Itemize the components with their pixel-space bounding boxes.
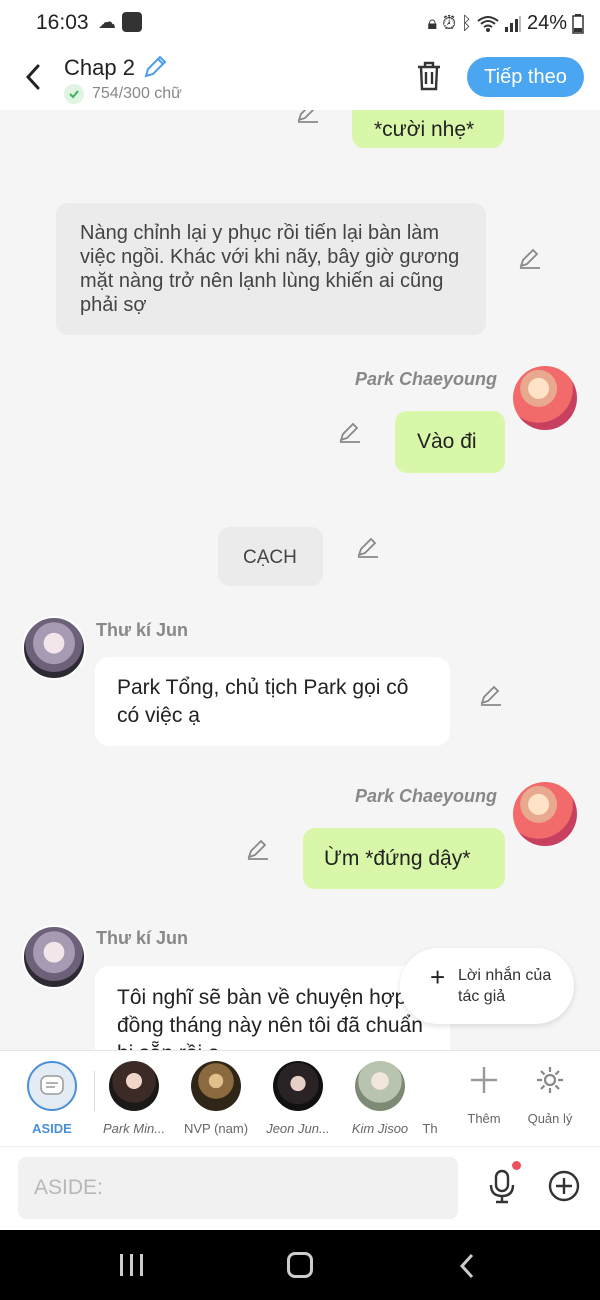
recent-apps-button[interactable] <box>120 1254 143 1276</box>
next-button[interactable]: Tiếp theo <box>467 57 584 97</box>
input-bar <box>0 1146 600 1230</box>
avatar[interactable] <box>22 616 86 680</box>
weather-icon: ☁ <box>98 12 116 32</box>
message-bubble-right[interactable]: Vào đi <box>395 411 505 473</box>
status-left-icons: ☁ <box>98 12 142 33</box>
speaker-name: Park Chaeyoung <box>355 786 498 806</box>
plus-icon: + <box>430 962 446 992</box>
edit-icon[interactable] <box>479 683 503 707</box>
add-label: Thêm <box>467 1111 501 1126</box>
nav-back-icon[interactable] <box>457 1252 477 1280</box>
character-label: Jeon Jun... <box>266 1121 330 1136</box>
narration-text: Nàng chỉnh lại y phục rồi tiến lại bàn l… <box>80 222 460 316</box>
character-label: ASIDE <box>32 1121 72 1136</box>
edit-icon[interactable] <box>338 420 362 444</box>
speaker-name: Thư kí Jun <box>96 620 189 640</box>
character-item[interactable]: Jeon Jun... <box>260 1061 336 1136</box>
character-label: Park Min... <box>102 1121 166 1136</box>
signal-icon <box>504 15 521 32</box>
back-arrow-icon[interactable] <box>20 60 46 94</box>
plus-icon <box>471 1067 497 1093</box>
avatar[interactable] <box>513 782 577 846</box>
avatar <box>191 1061 241 1111</box>
character-item[interactable]: NVP (nam) <box>178 1061 254 1136</box>
character-label: Th <box>422 1121 438 1136</box>
trash-icon[interactable] <box>414 60 444 92</box>
add-character-button[interactable]: Thêm <box>446 1061 522 1126</box>
chat-area[interactable]: *cười nhẹ* Nàng chỉnh lại y phục rồi tiế… <box>0 110 600 1050</box>
message-text: *cười nhẹ* <box>374 118 475 141</box>
message-text: Ừm *đứng dậy* <box>324 847 471 870</box>
check-icon <box>64 84 84 104</box>
gear-icon <box>537 1067 563 1093</box>
avatar[interactable] <box>513 366 577 430</box>
youtube-icon <box>122 12 142 32</box>
message-bubble-right[interactable]: Ừm *đứng dậy* <box>303 828 505 889</box>
manage-label: Quản lý <box>527 1111 573 1126</box>
word-count-text: 754/300 chữ <box>92 85 182 102</box>
message-input[interactable] <box>18 1157 458 1219</box>
avatar[interactable] <box>22 925 86 989</box>
status-time: 16:03 <box>36 11 89 34</box>
edit-icon[interactable] <box>356 535 380 559</box>
edit-icon[interactable] <box>246 837 270 861</box>
message-bubble-left[interactable]: Park Tổng, chủ tịch Park gọi cô có việc … <box>95 657 450 746</box>
bluetooth-icon: ᛒ <box>461 13 472 33</box>
sfx-text: CẠCH <box>243 547 297 568</box>
message-bubble-left[interactable]: Tôi nghĩ sẽ bàn về chuyện hợp đồng tháng… <box>95 966 450 1050</box>
status-bar: 16:03 ☁ 🔒︎ ⏰︎ ᛒ 24% <box>0 0 600 46</box>
character-item[interactable]: Kim Jisoo <box>342 1061 418 1136</box>
message-text: Park Tổng, chủ tịch Park gọi cô có việc … <box>117 676 409 727</box>
system-nav-bar <box>0 1230 600 1300</box>
narration-bubble[interactable]: Nàng chỉnh lại y phục rồi tiến lại bàn l… <box>56 203 486 335</box>
edit-icon[interactable] <box>296 110 320 124</box>
message-bubble-right[interactable]: *cười nhẹ* <box>352 110 504 148</box>
character-item[interactable]: Park Min... <box>96 1061 172 1136</box>
character-aside[interactable]: ASIDE <box>14 1061 90 1136</box>
edit-icon[interactable] <box>518 246 542 270</box>
chat-bubble-icon <box>40 1075 64 1095</box>
battery-percent: 24% <box>526 12 567 34</box>
author-note-label: Lời nhắn của tác giả <box>458 967 552 1005</box>
avatar <box>355 1061 405 1111</box>
speaker-name: Park Chaeyoung <box>355 369 498 389</box>
avatar <box>273 1061 323 1111</box>
alarm-icon: ⏰︎ <box>442 13 457 33</box>
message-text: Tôi nghĩ sẽ bàn về chuyện hợp đồng tháng… <box>117 986 423 1050</box>
author-note-button[interactable]: + Lời nhắn của tác giả <box>400 948 574 1024</box>
aside-avatar <box>27 1061 77 1111</box>
home-button[interactable] <box>287 1252 313 1278</box>
character-bar: ASIDE Park Min... NVP (nam) Jeon Jun... … <box>0 1050 600 1146</box>
notification-dot <box>512 1161 521 1170</box>
character-label: Kim Jisoo <box>351 1121 409 1136</box>
character-label: NVP (nam) <box>183 1121 249 1136</box>
avatar <box>109 1061 159 1111</box>
chapter-title[interactable]: Chap 2 <box>64 55 135 81</box>
sfx-bubble[interactable]: CẠCH <box>218 527 323 586</box>
microphone-icon[interactable] <box>486 1169 518 1205</box>
speaker-name: Thư kí Jun <box>96 928 189 948</box>
divider <box>94 1071 95 1111</box>
word-count: 754/300 chữ <box>64 84 182 104</box>
character-item[interactable]: Th <box>420 1061 440 1136</box>
lock-icon: 🔒︎ <box>427 13 438 33</box>
editor-header: Chap 2 754/300 chữ Tiếp theo <box>0 46 600 110</box>
wifi-icon <box>477 15 499 32</box>
battery-icon <box>572 13 584 34</box>
add-circle-icon[interactable] <box>547 1169 581 1203</box>
status-right-icons: 🔒︎ ⏰︎ ᛒ 24% <box>428 12 584 35</box>
manage-button[interactable]: Quản lý <box>512 1061 588 1126</box>
edit-title-icon[interactable] <box>142 54 168 80</box>
message-text: Vào đi <box>417 430 477 453</box>
